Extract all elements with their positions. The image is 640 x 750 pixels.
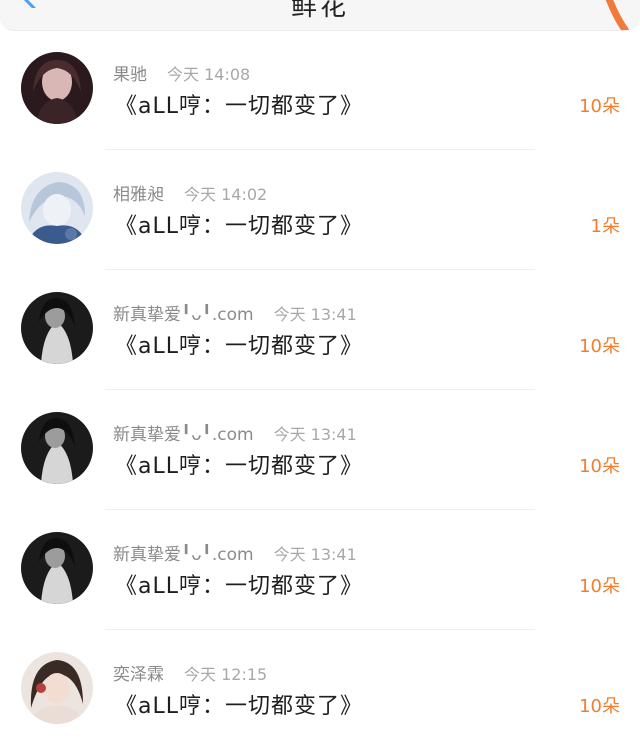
- timestamp: 今天 13:41: [273, 305, 357, 324]
- sender-meta: 果驰 今天 14:08: [113, 60, 250, 85]
- list-item[interactable]: 奕泽霖 今天 12:15 《aLL哼：一切都变了》 10朵: [0, 630, 640, 750]
- list-item[interactable]: 新真挚爱╹ᴗ╹.com 今天 13:41 《aLL哼：一切都变了》 10朵: [0, 390, 640, 510]
- avatar[interactable]: [21, 652, 93, 724]
- flower-count: 10朵: [579, 456, 620, 477]
- flower-count: 10朵: [579, 576, 620, 597]
- list-item[interactable]: 果驰 今天 14:08 《aLL哼：一切都变了》 10朵: [0, 30, 640, 150]
- flower-count: 10朵: [579, 96, 620, 117]
- flower-count: 10朵: [579, 696, 620, 717]
- avatar[interactable]: [21, 292, 93, 364]
- avatar[interactable]: [21, 412, 93, 484]
- sender-name: 新真挚爱╹ᴗ╹.com: [113, 425, 254, 445]
- list-item[interactable]: 新真挚爱╹ᴗ╹.com 今天 13:41 《aLL哼：一切都变了》 10朵: [0, 510, 640, 630]
- message-text: 《aLL哼：一切都变了》: [115, 574, 363, 599]
- sender-name: 新真挚爱╹ᴗ╹.com: [113, 545, 254, 565]
- sender-meta: 相雅昶 今天 14:02: [113, 180, 267, 205]
- flower-count: 10朵: [579, 336, 620, 357]
- sender-name: 果驰: [113, 65, 147, 85]
- sender-name: 相雅昶: [113, 185, 164, 205]
- gift-record-list: 果驰 今天 14:08 《aLL哼：一切都变了》 10朵 相雅昶 今天 14:02 …: [0, 30, 640, 750]
- sender-name: 奕泽霖: [113, 665, 164, 685]
- timestamp: 今天 14:08: [167, 65, 251, 84]
- page-title: 鲜花: [290, 0, 349, 22]
- message-text: 《aLL哼：一切都变了》: [115, 214, 363, 239]
- top-bar: 鲜花: [0, 0, 640, 31]
- sender-name: 新真挚爱╹ᴗ╹.com: [113, 305, 254, 325]
- list-item[interactable]: 新真挚爱╹ᴗ╹.com 今天 13:41 《aLL哼：一切都变了》 10朵: [0, 270, 640, 390]
- flower-count: 1朵: [590, 216, 620, 237]
- timestamp: 今天 13:41: [273, 425, 357, 444]
- sender-meta: 新真挚爱╹ᴗ╹.com 今天 13:41: [113, 420, 357, 445]
- timestamp: 今天 13:41: [273, 545, 357, 564]
- avatar[interactable]: [21, 172, 93, 244]
- avatar[interactable]: [21, 532, 93, 604]
- sender-meta: 新真挚爱╹ᴗ╹.com 今天 13:41: [113, 540, 357, 565]
- timestamp: 今天 12:15: [184, 665, 268, 684]
- edge-accent-icon: [605, 0, 630, 30]
- message-text: 《aLL哼：一切都变了》: [115, 454, 363, 479]
- sender-meta: 新真挚爱╹ᴗ╹.com 今天 13:41: [113, 300, 357, 325]
- avatar[interactable]: [21, 52, 93, 124]
- timestamp: 今天 14:02: [184, 185, 268, 204]
- list-item[interactable]: 相雅昶 今天 14:02 《aLL哼：一切都变了》 1朵: [0, 150, 640, 270]
- message-text: 《aLL哼：一切都变了》: [115, 94, 363, 119]
- message-text: 《aLL哼：一切都变了》: [115, 334, 363, 359]
- message-text: 《aLL哼：一切都变了》: [115, 694, 363, 719]
- sender-meta: 奕泽霖 今天 12:15: [113, 660, 267, 685]
